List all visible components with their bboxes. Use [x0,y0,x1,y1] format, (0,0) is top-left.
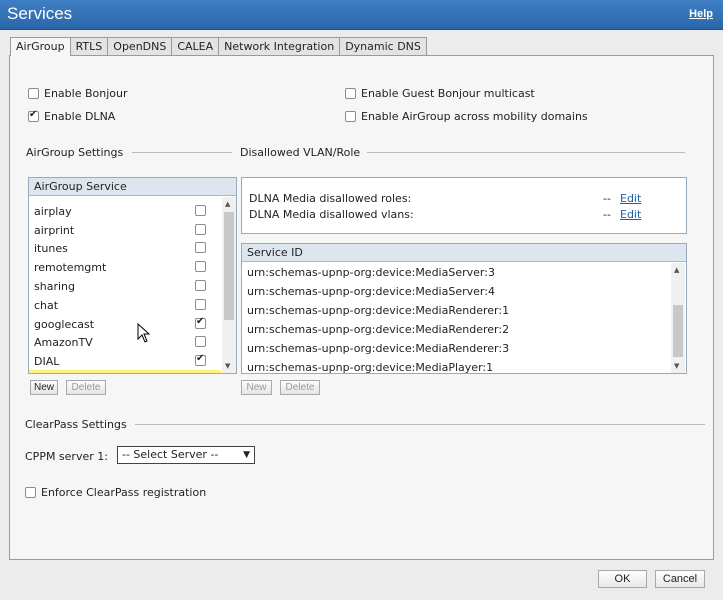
enable-airgroup-mobility-checkbox[interactable] [345,111,356,122]
service-id-item[interactable]: urn:schemas-upnp-org:device:MediaRendere… [247,342,509,355]
help-link[interactable]: Help [689,8,713,20]
enforce-clearpass-checkbox[interactable] [25,487,36,498]
service-id-item[interactable]: urn:schemas-upnp-org:device:MediaServer:… [247,266,495,279]
selection-highlight [29,370,221,373]
service-name-amazontv[interactable]: AmazonTV [34,336,93,349]
enable-dlna-option[interactable]: Enable DLNA [28,109,116,123]
cppm-server-label: CPPM server 1: [25,450,108,463]
service-name-dial[interactable]: DIAL [34,355,59,368]
service-name-airplay[interactable]: airplay [34,205,72,218]
service-name-googlecast[interactable]: googlecast [34,318,94,331]
divider [135,424,705,425]
tab-rtls[interactable]: RTLS [69,37,109,55]
enforce-clearpass-option[interactable]: Enforce ClearPass registration [25,486,206,499]
disallowed-vlans-label: DLNA Media disallowed vlans: [249,208,414,221]
service-name-airprint[interactable]: airprint [34,224,74,237]
service-id-item[interactable]: urn:schemas-upnp-org:device:MediaRendere… [247,304,509,317]
cancel-button[interactable]: Cancel [655,570,705,588]
delete-service-button[interactable]: Delete [66,380,106,395]
service-checkbox-amazontv[interactable] [195,336,206,347]
service-checkbox-googlecast[interactable] [195,316,206,329]
service-id-item[interactable]: urn:schemas-upnp-org:device:MediaRendere… [247,323,509,336]
scroll-thumb[interactable] [224,212,234,320]
airgroup-service-list: AirGroup Service airplay airprint itunes… [28,177,237,374]
scroll-up-arrow-icon[interactable]: ▲ [674,266,679,274]
scroll-thumb[interactable] [673,305,683,357]
disallowed-heading: Disallowed VLAN/Role [240,146,361,159]
airgroup-service-header: AirGroup Service [29,178,236,196]
service-id-header: Service ID [242,244,686,262]
dropdown-caret-icon: ▼ [243,450,250,460]
service-list-scrollbar[interactable]: ▲ ▼ [222,197,236,373]
enforce-clearpass-label: Enforce ClearPass registration [41,486,207,499]
service-id-item[interactable]: urn:schemas-upnp-org:device:MediaPlayer:… [247,361,493,373]
service-id-scrollbar[interactable]: ▲ ▼ [671,263,685,373]
enable-guest-bonjour-checkbox[interactable] [345,88,356,99]
enable-bonjour-label: Enable Bonjour [44,87,128,100]
edit-roles-link[interactable]: Edit [620,192,641,205]
disallowed-roles-value: -- [603,192,611,205]
service-name-sharing[interactable]: sharing [34,280,75,293]
enable-airgroup-mobility-label: Enable AirGroup across mobility domains [361,110,588,123]
service-id-item[interactable]: urn:schemas-upnp-org:device:MediaServer:… [247,285,495,298]
tab-calea[interactable]: CALEA [171,37,220,55]
clearpass-heading: ClearPass Settings [25,418,127,431]
edit-vlans-link[interactable]: Edit [620,208,641,221]
tab-network-integration[interactable]: Network Integration [218,37,341,55]
enable-dlna-label: Enable DLNA [44,110,116,123]
disallowed-vlans-value: -- [603,208,611,221]
service-name-remotemgmt[interactable]: remotemgmt [34,261,106,274]
new-service-id-button[interactable]: New [241,380,272,395]
cppm-server-select[interactable]: -- Select Server -- ▼ [117,446,255,464]
service-checkbox-airplay[interactable] [195,205,206,216]
cppm-server-value: -- Select Server -- [122,448,219,461]
new-service-button[interactable]: New [30,380,58,395]
enable-dlna-checkbox[interactable] [28,109,39,122]
service-checkbox-remotemgmt[interactable] [195,261,206,272]
window-title: Services [7,4,73,23]
scroll-down-arrow-icon[interactable]: ▼ [674,362,679,370]
service-checkbox-airprint[interactable] [195,224,206,235]
delete-service-id-button[interactable]: Delete [280,380,320,395]
tab-opendns[interactable]: OpenDNS [107,37,173,55]
enable-guest-bonjour-label: Enable Guest Bonjour multicast [361,87,535,100]
disallowed-frame: DLNA Media disallowed roles: -- Edit DLN… [241,177,687,234]
scroll-up-arrow-icon[interactable]: ▲ [225,200,230,208]
service-checkbox-itunes[interactable] [195,242,206,253]
service-name-chat[interactable]: chat [34,299,58,312]
enable-bonjour-option[interactable]: Enable Bonjour [28,87,128,100]
service-checkbox-dial[interactable] [195,353,206,366]
service-id-list: Service ID urn:schemas-upnp-org:device:M… [241,243,687,374]
service-checkbox-chat[interactable] [195,299,206,310]
enable-guest-bonjour-option[interactable]: Enable Guest Bonjour multicast [345,87,535,100]
title-bar: Services Help [0,0,723,30]
airgroup-settings-heading: AirGroup Settings [26,146,124,159]
tab-strip: AirGroup RTLS OpenDNS CALEA Network Inte… [10,37,427,56]
mouse-pointer-icon [137,323,151,343]
scroll-down-arrow-icon[interactable]: ▼ [225,362,230,370]
divider [132,152,232,153]
divider [367,152,685,153]
enable-bonjour-checkbox[interactable] [28,88,39,99]
service-name-itunes[interactable]: itunes [34,242,68,255]
service-checkbox-sharing[interactable] [195,280,206,291]
ok-button[interactable]: OK [598,570,647,588]
tab-airgroup[interactable]: AirGroup [10,37,71,56]
tab-dynamic-dns[interactable]: Dynamic DNS [339,37,427,55]
disallowed-roles-label: DLNA Media disallowed roles: [249,192,412,205]
enable-airgroup-mobility-option[interactable]: Enable AirGroup across mobility domains [345,110,588,123]
